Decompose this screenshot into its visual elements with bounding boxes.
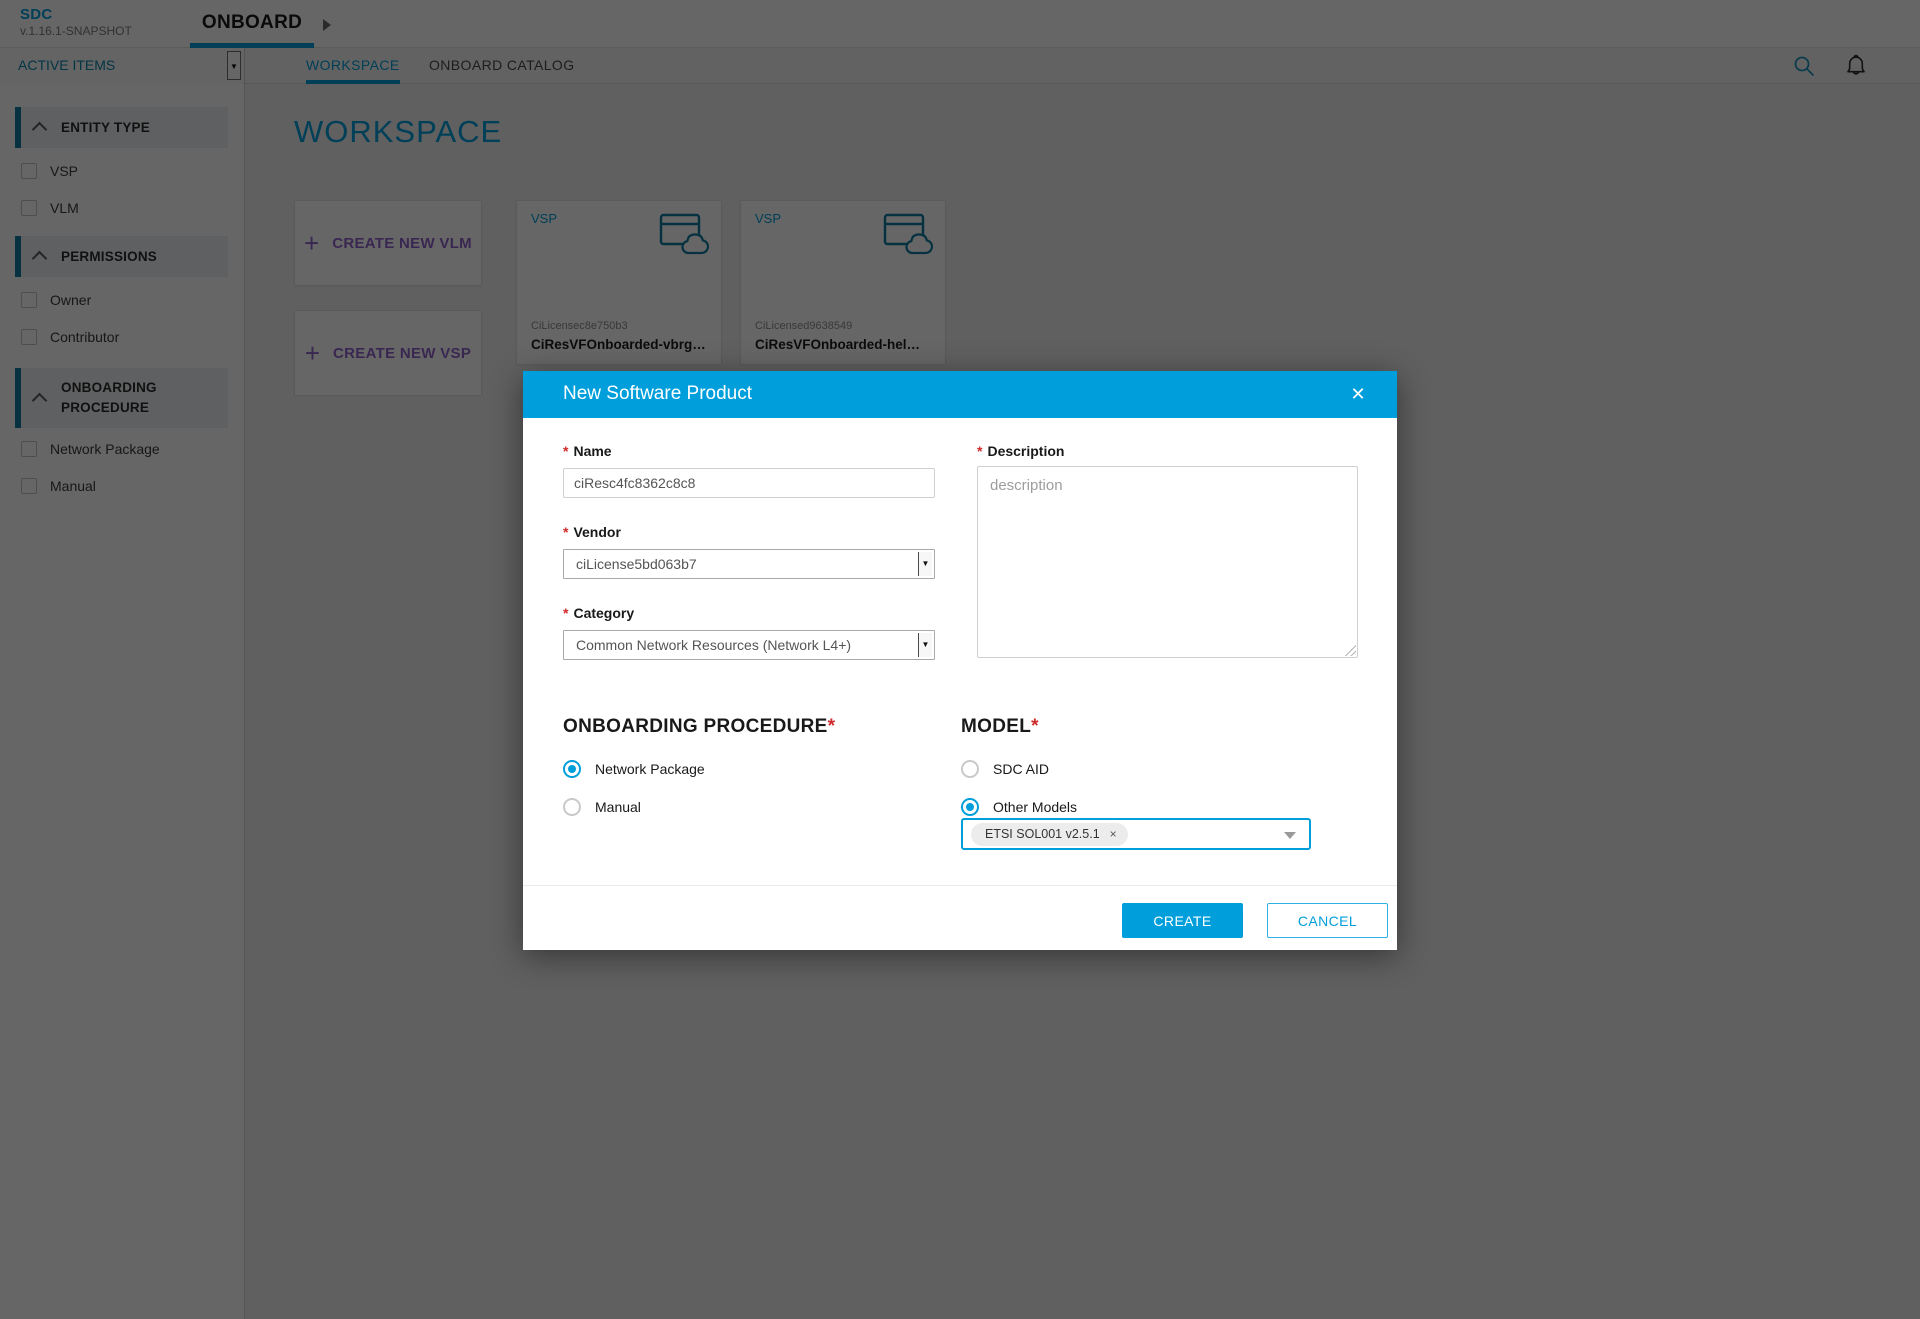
category-field-label: *Category xyxy=(563,605,634,621)
model-tag-pill: ETSI SOL001 v2.5.1 × xyxy=(971,823,1128,846)
close-icon[interactable]: ✕ xyxy=(1341,371,1375,418)
select-dropdown-icon[interactable]: ▼ xyxy=(918,633,932,657)
model-tag-label: ETSI SOL001 v2.5.1 xyxy=(985,827,1100,841)
description-textarea-wrap xyxy=(977,466,1358,658)
category-select[interactable]: Common Network Resources (Network L4+) ▼ xyxy=(563,630,935,660)
other-models-multiselect[interactable]: ETSI SOL001 v2.5.1 × xyxy=(961,818,1311,850)
required-asterisk: * xyxy=(563,524,568,540)
cancel-button[interactable]: CANCEL xyxy=(1267,903,1388,938)
modal-title: New Software Product xyxy=(563,371,752,417)
description-field-label: *Description xyxy=(977,443,1064,459)
category-select-value: Common Network Resources (Network L4+) xyxy=(576,637,851,653)
model-heading: MODEL* xyxy=(961,716,1039,738)
radio-selected-icon[interactable] xyxy=(961,798,979,816)
radio-label: Manual xyxy=(595,799,641,815)
sdc-application: SDC v.1.16.1-SNAPSHOT ONBOARD ACTIVE ITE… xyxy=(0,0,1920,1319)
name-field-label: *Name xyxy=(563,443,612,459)
radio-manual[interactable]: Manual xyxy=(563,797,641,817)
modal-footer-divider xyxy=(523,885,1397,886)
radio-label: Network Package xyxy=(595,761,705,777)
radio-unselected-icon[interactable] xyxy=(563,798,581,816)
required-asterisk: * xyxy=(977,443,982,459)
required-asterisk: * xyxy=(1031,716,1039,737)
description-textarea[interactable] xyxy=(977,466,1358,658)
required-asterisk: * xyxy=(563,443,568,459)
onboarding-procedure-heading: ONBOARDING PROCEDURE* xyxy=(563,716,835,738)
create-button[interactable]: CREATE xyxy=(1122,903,1243,938)
required-asterisk: * xyxy=(563,605,568,621)
modal-header: New Software Product ✕ xyxy=(523,371,1397,418)
radio-label: SDC AID xyxy=(993,761,1049,777)
select-dropdown-icon[interactable]: ▼ xyxy=(918,552,932,576)
radio-network-package[interactable]: Network Package xyxy=(563,759,705,779)
vendor-field-label: *Vendor xyxy=(563,524,621,540)
radio-selected-icon[interactable] xyxy=(563,760,581,778)
required-asterisk: * xyxy=(828,716,836,737)
radio-label: Other Models xyxy=(993,799,1077,815)
caret-down-icon[interactable] xyxy=(1284,832,1296,839)
radio-unselected-icon[interactable] xyxy=(961,760,979,778)
radio-other-models[interactable]: Other Models xyxy=(961,797,1077,817)
vendor-select[interactable]: ciLicense5bd063b7 ▼ xyxy=(563,549,935,579)
new-software-product-modal: New Software Product ✕ *Name *Vendor ciL… xyxy=(523,371,1397,950)
name-input[interactable] xyxy=(563,468,935,498)
vendor-select-value: ciLicense5bd063b7 xyxy=(576,556,697,572)
radio-sdc-aid[interactable]: SDC AID xyxy=(961,759,1049,779)
tag-remove-icon[interactable]: × xyxy=(1110,827,1117,841)
